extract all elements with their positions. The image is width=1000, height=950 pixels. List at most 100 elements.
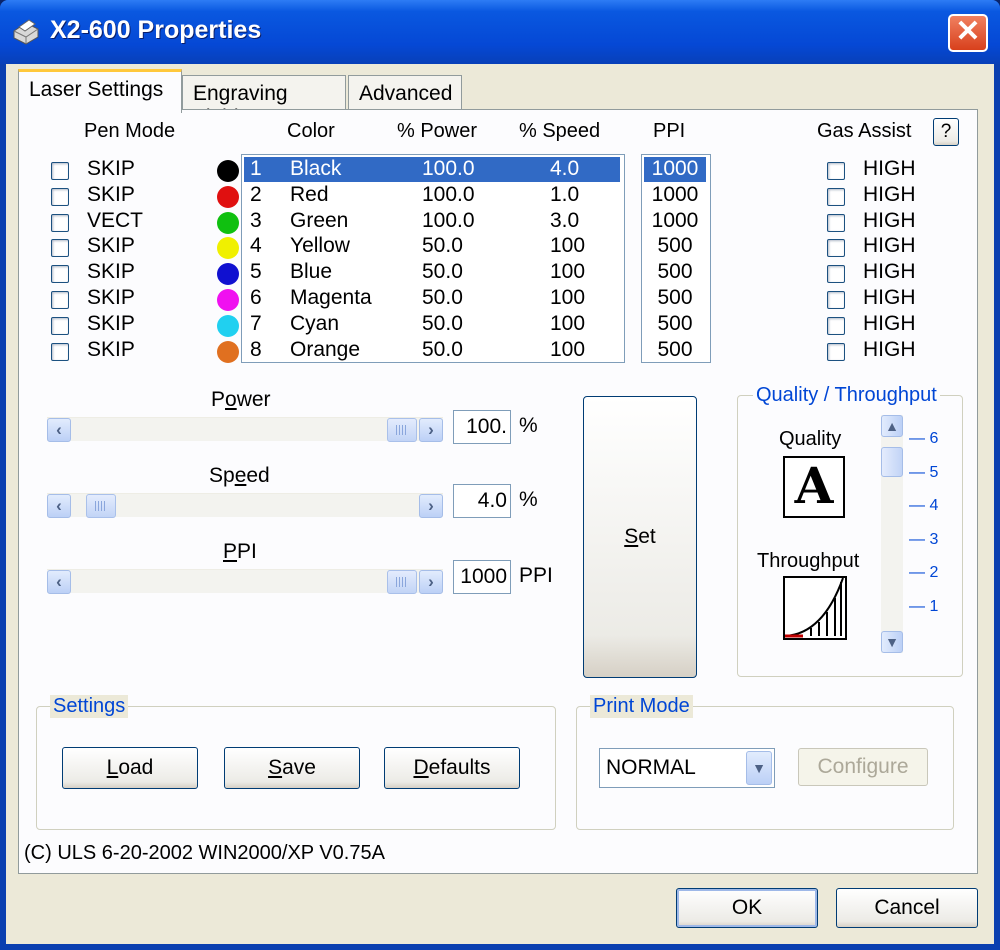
dialog-client: Laser Settings Engraving Field Advanced … xyxy=(6,64,994,944)
ppi-left-button[interactable]: ‹ xyxy=(47,570,71,594)
color-header: Color xyxy=(287,120,335,142)
power-thumb[interactable] xyxy=(387,418,417,442)
quality-thumb[interactable] xyxy=(881,447,903,477)
help-button[interactable]: ? xyxy=(933,118,959,146)
pen-mode-checkbox[interactable] xyxy=(51,265,69,284)
gas-assist-label: HIGH xyxy=(863,157,916,180)
quality-a-icon: A xyxy=(783,456,845,518)
pen-list-row[interactable]: 2 Red 100.0 1.0 xyxy=(244,183,620,208)
pen-mode-checkbox[interactable] xyxy=(51,213,69,232)
pen-power-cell: 50.0 xyxy=(422,311,463,335)
ppi-list-row[interactable]: 1000 xyxy=(644,157,706,182)
pen-mode-checkbox[interactable] xyxy=(51,291,69,309)
pen-mode-checkbox[interactable] xyxy=(51,187,69,206)
speed-right-button[interactable]: › xyxy=(419,494,443,518)
defaults-button[interactable]: Defaults xyxy=(384,747,520,789)
window-title: X2-600 Properties xyxy=(50,16,262,44)
gas-assist-checkbox[interactable] xyxy=(827,213,845,232)
pen-mode-label: SKIP xyxy=(87,311,135,335)
gas-assist-checkbox[interactable] xyxy=(827,187,845,206)
pen-listbox[interactable]: 1 Black 100.0 4.0 2 Red 100.0 1.0 3 Green 100.0 3.0… xyxy=(241,154,625,363)
title-bar[interactable]: X2-600 Properties ✕ xyxy=(0,0,1000,64)
close-button[interactable]: ✕ xyxy=(948,14,988,52)
power-slider[interactable]: ‹ › xyxy=(47,417,443,442)
pen-mode-label: SKIP xyxy=(87,337,135,361)
speed-left-button[interactable]: ‹ xyxy=(47,494,71,518)
ppi-slider[interactable]: ‹ › xyxy=(47,569,443,594)
pen-list-row[interactable]: 5 Blue 50.0 100 xyxy=(244,260,620,285)
pen-mode-label: SKIP xyxy=(87,234,135,258)
pen-color-cell: Black xyxy=(290,157,342,180)
ppi-list-row[interactable]: 1000 xyxy=(644,209,706,234)
speed-thumb[interactable] xyxy=(85,494,116,518)
ppi-list-row[interactable]: 500 xyxy=(644,260,706,285)
pen-speed-cell: 100 xyxy=(550,234,586,258)
color-swatch-icon xyxy=(217,263,239,286)
pen-list-row[interactable]: 8 Orange 50.0 100 xyxy=(244,338,620,363)
pen-mode-checkbox[interactable] xyxy=(51,342,69,361)
pen-color-cell: Green xyxy=(290,208,349,232)
speed-slider[interactable]: ‹ › xyxy=(47,493,443,518)
quality-tick-label: — 2 xyxy=(909,564,939,581)
pen-color-cell: Cyan xyxy=(290,311,340,335)
ppi-list-row[interactable]: 500 xyxy=(644,234,706,259)
pen-mode-checkbox[interactable] xyxy=(51,162,69,180)
ppi-list-row[interactable]: 1000 xyxy=(644,183,706,208)
pen-power-cell: 100.0 xyxy=(422,208,475,232)
pen-num-cell: 7 xyxy=(250,311,262,335)
configure-button[interactable]: Configure xyxy=(798,748,928,786)
ppi-header: PPI xyxy=(653,120,686,142)
quality-down-button[interactable]: ▼ xyxy=(881,631,903,653)
save-button[interactable]: Save xyxy=(224,747,360,789)
tab-engraving-field[interactable]: Engraving Field xyxy=(182,75,346,129)
gas-assist-checkbox[interactable] xyxy=(827,162,845,180)
ppi-list-row[interactable]: 500 xyxy=(644,286,706,311)
speed-label: Speed xyxy=(209,464,270,487)
pen-list-row[interactable]: 4 Yellow 50.0 100 xyxy=(244,234,620,259)
load-button[interactable]: Load xyxy=(62,747,198,789)
pen-list-row[interactable]: 6 Magenta 50.0 100 xyxy=(244,286,620,311)
speed-value-field[interactable]: 4.0 xyxy=(453,484,511,518)
pen-speed-cell: 100 xyxy=(550,286,586,309)
ppi-right-button[interactable]: › xyxy=(419,570,443,594)
pen-list-row[interactable]: 3 Green 100.0 3.0 xyxy=(244,209,620,234)
chevron-down-icon[interactable]: ▼ xyxy=(746,751,772,785)
quality-scrollbar[interactable]: ▲ ▼ xyxy=(881,415,903,653)
power-left-button[interactable]: ‹ xyxy=(47,418,71,442)
ok-button[interactable]: OK xyxy=(676,888,818,928)
gas-assist-header: Gas Assist xyxy=(817,120,912,142)
tab-advanced[interactable]: Advanced xyxy=(348,75,462,110)
ppi-list-row[interactable]: 500 xyxy=(644,338,706,363)
ppi-value-field[interactable]: 1000 xyxy=(453,560,511,594)
cancel-button[interactable]: Cancel xyxy=(836,888,978,928)
pen-mode-label: SKIP xyxy=(87,260,135,284)
ppi-list-row[interactable]: 500 xyxy=(644,312,706,337)
pen-mode-checkbox[interactable] xyxy=(51,316,69,335)
pen-mode-checkbox[interactable] xyxy=(51,239,69,258)
gas-assist-checkbox[interactable] xyxy=(827,291,845,309)
gas-assist-checkbox[interactable] xyxy=(827,342,845,361)
gas-assist-checkbox[interactable] xyxy=(827,316,845,335)
power-value-field[interactable]: 100. xyxy=(453,410,511,444)
quality-label: Quality xyxy=(779,428,842,450)
power-right-button[interactable]: › xyxy=(419,418,443,442)
color-swatch-icon xyxy=(217,211,239,234)
gas-assist-label: HIGH xyxy=(863,286,916,309)
pen-color-cell: Magenta xyxy=(290,286,372,309)
pen-speed-cell: 3.0 xyxy=(550,208,580,232)
gas-assist-label: HIGH xyxy=(863,208,916,232)
pen-speed-cell: 4.0 xyxy=(550,157,580,180)
ppi-listbox[interactable]: 1000 1000 1000 500 500 500 500 500 xyxy=(641,154,711,363)
pen-list-row[interactable]: 7 Cyan 50.0 100 xyxy=(244,312,620,337)
set-button[interactable]: Set xyxy=(583,396,697,678)
tab-laser-settings[interactable]: Laser Settings xyxy=(18,69,182,113)
quality-up-button[interactable]: ▲ xyxy=(881,415,903,437)
gas-assist-checkbox[interactable] xyxy=(827,239,845,258)
color-swatch-icon xyxy=(217,314,239,337)
pen-list-row[interactable]: 1 Black 100.0 4.0 xyxy=(244,157,620,182)
pen-num-cell: 4 xyxy=(250,234,262,258)
gas-assist-checkbox[interactable] xyxy=(827,265,845,284)
print-mode-select[interactable]: NORMAL ▼ xyxy=(599,748,775,788)
ppi-thumb[interactable] xyxy=(387,570,417,594)
pen-power-cell: 50.0 xyxy=(422,260,463,284)
